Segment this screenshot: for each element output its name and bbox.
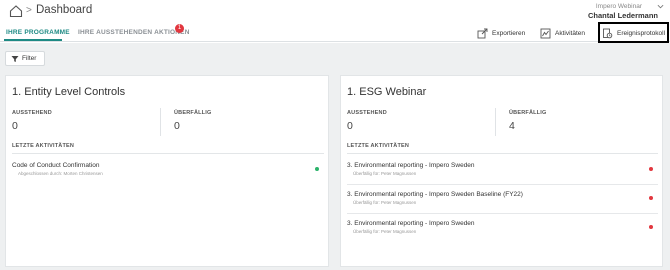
recent-activity-label: LETZTE AKTIVITÄTEN (12, 143, 75, 149)
tab-programs[interactable]: IHRE PROGRAMME (6, 29, 70, 36)
activity-subtitle: Überfällig für: Peter Magnussen (353, 171, 417, 176)
home-icon[interactable] (9, 4, 23, 18)
activity-subtitle: Abgeschlossen durch: Morten Christensen (18, 171, 103, 176)
stat-divider (160, 108, 161, 136)
overdue-value: 0 (174, 120, 180, 132)
chevron-down-icon[interactable] (657, 3, 664, 10)
stat-divider (495, 108, 496, 136)
activity-title: 3. Environmental reporting - Impero Swed… (347, 191, 523, 198)
activity-subtitle: Überfällig für: Peter Magnussen (353, 200, 417, 205)
activity-title: Code of Conduct Confirmation (12, 162, 100, 169)
overdue-label: ÜBERFÄLLIG (174, 110, 212, 116)
divider (347, 153, 658, 154)
recent-activity-label: LETZTE AKTIVITÄTEN (347, 143, 410, 149)
activity-icon (540, 28, 551, 38)
activity-title: 3. Environmental reporting - Impero Swed… (347, 162, 475, 169)
export-label: Exportieren (492, 29, 526, 37)
status-dot-overdue (649, 196, 653, 200)
highlight-box (598, 22, 669, 43)
status-dot-overdue (649, 225, 653, 229)
filter-label: Filter (22, 55, 37, 62)
activity-item[interactable]: 3. Environmental reporting - Impero Swed… (347, 214, 658, 243)
top-header: > Dashboard Impero Webinar Chantal Leder… (0, 0, 670, 24)
tab-pending-actions[interactable]: IHRE AUSSTEHENDEN AKTIONEN (78, 29, 190, 36)
pending-value: 0 (12, 120, 18, 132)
pending-label: AUSSTEHEND (12, 110, 52, 116)
activity-title: 3. Environmental reporting - Impero Swed… (347, 220, 475, 227)
active-tab-indicator (4, 39, 62, 41)
organization-name[interactable]: Impero Webinar (596, 3, 642, 10)
page-title: Dashboard (36, 4, 93, 16)
export-button[interactable]: Exportieren (477, 26, 525, 40)
export-icon (477, 28, 488, 38)
filter-icon (11, 55, 19, 62)
activity-item[interactable]: 3. Environmental reporting - Impero Swed… (347, 185, 658, 214)
program-card[interactable]: 1. Entity Level Controls AUSSTEHEND 0 ÜB… (5, 75, 329, 267)
activity-label: Aktivitäten (555, 29, 585, 37)
activity-subtitle: Überfällig für: Peter Magnussen (353, 229, 417, 234)
overdue-label: ÜBERFÄLLIG (509, 110, 547, 116)
dashboard-content: Filter 1. Entity Level Controls AUSSTEHE… (0, 43, 670, 270)
pending-value: 0 (347, 120, 353, 132)
card-title[interactable]: 1. ESG Webinar (347, 86, 426, 98)
card-title[interactable]: 1. Entity Level Controls (12, 86, 125, 98)
tab-bar: IHRE PROGRAMME IHRE AUSSTEHENDEN AKTIONE… (0, 24, 670, 42)
activity-item[interactable]: 3. Environmental reporting - Impero Swed… (347, 156, 658, 185)
pending-actions-badge: 1 (175, 24, 184, 33)
pending-label: AUSSTEHEND (347, 110, 387, 116)
activity-button[interactable]: Aktivitäten (540, 26, 585, 40)
overdue-value: 4 (509, 120, 515, 132)
status-dot-overdue (649, 167, 653, 171)
program-card[interactable]: 1. ESG Webinar AUSSTEHEND 0 ÜBERFÄLLIG 4… (340, 75, 663, 267)
breadcrumb-separator: > (26, 5, 32, 16)
user-name[interactable]: Chantal Ledermann (588, 11, 658, 20)
filter-button[interactable]: Filter (5, 51, 45, 66)
activity-item[interactable]: Code of Conduct Confirmation Abgeschloss… (12, 156, 324, 185)
status-dot-completed (315, 167, 319, 171)
divider (12, 153, 324, 154)
